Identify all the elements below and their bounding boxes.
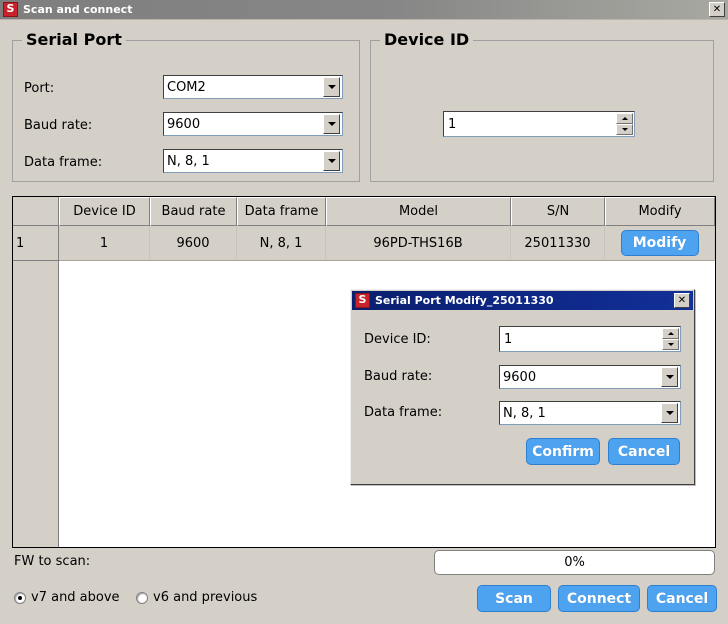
arrow-glyph: [327, 159, 336, 163]
device-id-value: 1: [448, 116, 457, 132]
port-combo-value: COM2: [167, 79, 206, 95]
radio-v6-label: v6 and previous: [153, 590, 258, 605]
cell-device-id: 1: [59, 226, 150, 261]
dialog-data-frame-label: Data frame:: [364, 405, 443, 420]
radio-indicator-icon: [14, 591, 26, 604]
baud-rate-label: Baud rate:: [24, 118, 93, 133]
dialog-titlebar: Serial Port Modify_25011330 ✕: [352, 291, 693, 310]
dialog-cancel-button[interactable]: Cancel: [608, 438, 680, 465]
fw-to-scan-label: FW to scan:: [14, 554, 91, 569]
arrow-glyph: [621, 117, 628, 120]
scan-button[interactable]: Scan: [477, 585, 551, 612]
device-id-spinner-buttons[interactable]: [616, 113, 633, 135]
serial-port-group-title: Serial Port: [22, 30, 126, 49]
connect-button[interactable]: Connect: [558, 585, 640, 612]
cell-modify: Modify: [605, 226, 715, 261]
data-frame-combo[interactable]: N, 8, 1: [163, 149, 343, 173]
modify-button[interactable]: Modify: [620, 230, 699, 256]
device-id-group-title: Device ID: [380, 30, 474, 49]
arrow-glyph: [327, 122, 336, 126]
cell-sn: 25011330: [511, 226, 605, 261]
table-corner-cell: [13, 197, 59, 226]
arrow-glyph: [665, 375, 674, 379]
spinner-down-icon[interactable]: [662, 339, 679, 350]
chevron-down-icon[interactable]: [323, 77, 340, 97]
radio-v7-and-above[interactable]: v7 and above: [14, 590, 120, 605]
dialog-device-id-value: 1: [504, 331, 513, 347]
column-header-device-id[interactable]: Device ID: [59, 197, 150, 226]
scan-and-connect-window: Scan and connect ✕ Serial Port Port: COM…: [0, 0, 728, 624]
column-header-data-frame[interactable]: Data frame: [237, 197, 326, 226]
close-icon[interactable]: ✕: [674, 293, 690, 308]
port-combo[interactable]: COM2: [163, 75, 343, 99]
scan-progress-text: 0%: [564, 555, 585, 570]
cell-baud-rate: 9600: [150, 226, 237, 261]
spinner-up-icon[interactable]: [616, 113, 633, 124]
chevron-down-icon[interactable]: [661, 403, 678, 423]
baud-rate-combo[interactable]: 9600: [163, 112, 343, 136]
arrow-glyph: [667, 332, 674, 335]
cell-data-frame: N, 8, 1: [237, 226, 326, 261]
column-header-sn[interactable]: S/N: [511, 197, 605, 226]
device-id-group: Device ID 1: [370, 30, 714, 182]
arrow-glyph: [667, 343, 674, 346]
radio-v6-and-previous[interactable]: v6 and previous: [136, 590, 257, 605]
dialog-confirm-button[interactable]: Confirm: [526, 438, 600, 465]
serial-port-group: Serial Port Port: COM2 Baud rate: 9600 D…: [12, 30, 360, 182]
chevron-down-icon[interactable]: [323, 114, 340, 134]
radio-indicator-icon: [136, 591, 148, 604]
dialog-title: Serial Port Modify_25011330: [375, 294, 554, 307]
close-icon[interactable]: ✕: [709, 2, 725, 17]
chevron-down-icon[interactable]: [661, 367, 678, 387]
window-titlebar: Scan and connect ✕: [0, 0, 728, 20]
port-label: Port:: [24, 81, 55, 96]
window-title: Scan and connect: [23, 3, 133, 16]
app-s-icon: [3, 1, 18, 17]
app-s-icon: [355, 292, 370, 308]
dialog-baud-rate-value: 9600: [503, 369, 537, 385]
dialog-baud-rate-combo[interactable]: 9600: [499, 365, 681, 389]
arrow-glyph: [327, 85, 336, 89]
dialog-data-frame-combo[interactable]: N, 8, 1: [499, 401, 681, 425]
column-header-model[interactable]: Model: [326, 197, 511, 226]
data-frame-combo-value: N, 8, 1: [167, 153, 210, 169]
column-header-baud-rate[interactable]: Baud rate: [150, 197, 237, 226]
dialog-data-frame-value: N, 8, 1: [503, 405, 546, 421]
cancel-button[interactable]: Cancel: [647, 585, 717, 612]
row-index-cell[interactable]: 1: [13, 226, 59, 261]
cell-model: 96PD-THS16B: [326, 226, 511, 261]
dialog-baud-rate-label: Baud rate:: [364, 369, 433, 384]
scan-progress-bar: 0%: [434, 550, 715, 575]
dialog-device-id-spinner-buttons[interactable]: [662, 328, 679, 350]
device-id-spinner[interactable]: 1: [443, 111, 635, 137]
table-empty-row-headers: [13, 261, 59, 547]
arrow-glyph: [621, 128, 628, 131]
spinner-down-icon[interactable]: [616, 124, 633, 135]
column-header-modify[interactable]: Modify: [605, 197, 715, 226]
serial-port-modify-dialog: Serial Port Modify_25011330 ✕ Device ID:…: [350, 289, 695, 485]
dialog-device-id-spinner[interactable]: 1: [499, 326, 681, 352]
radio-v7-label: v7 and above: [31, 590, 120, 605]
dialog-device-id-label: Device ID:: [364, 332, 431, 347]
spinner-up-icon[interactable]: [662, 328, 679, 339]
table-header-row: Device ID Baud rate Data frame Model S/N…: [13, 197, 715, 226]
table-row[interactable]: 1 1 9600 N, 8, 1 96PD-THS16B 25011330 Mo…: [13, 226, 715, 261]
data-frame-label: Data frame:: [24, 155, 103, 170]
baud-rate-combo-value: 9600: [167, 116, 201, 132]
chevron-down-icon[interactable]: [323, 151, 340, 171]
arrow-glyph: [665, 411, 674, 415]
